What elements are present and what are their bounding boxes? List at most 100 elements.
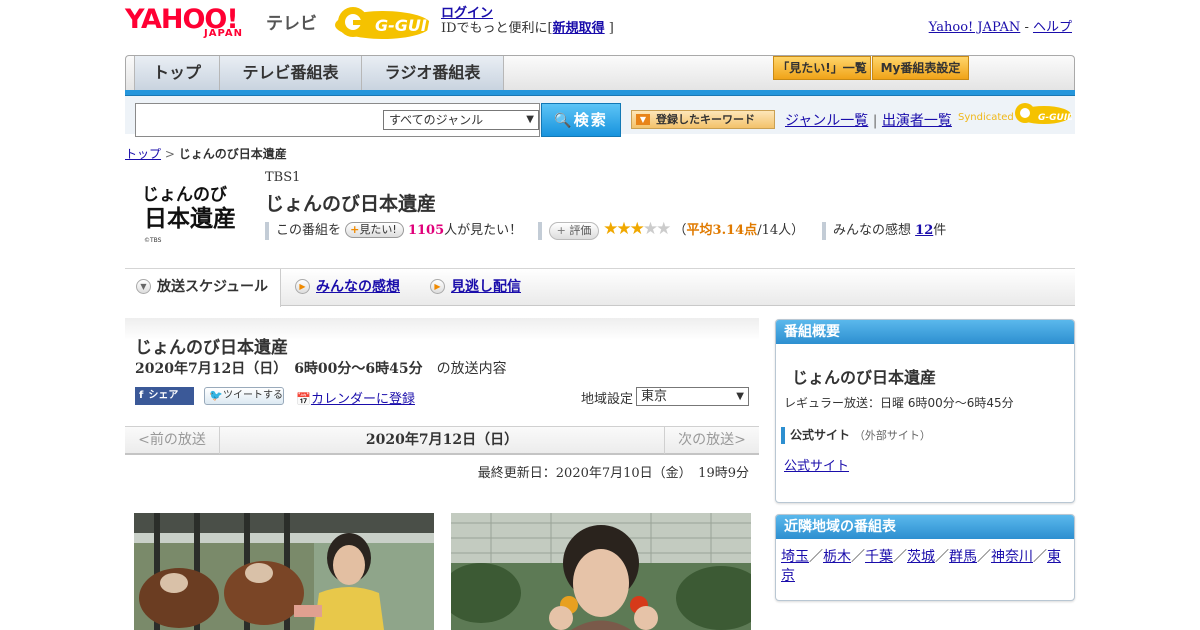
rating-count: /14人） <box>757 223 805 238</box>
search-links: ジャンル一覧 | 出演者一覧 <box>785 110 952 130</box>
want-prefix: この番組を <box>276 223 342 238</box>
search-button[interactable]: 🔍検索 <box>541 103 621 137</box>
id-text-prefix: IDでもっと便利に[ <box>441 21 553 36</box>
rating-area: + 評価 ★★★★★ （平均3.14点/14人） <box>549 220 804 240</box>
gguide-small-logo: G-GUIDE <box>1015 103 1072 124</box>
play-arrow-icon: ▶ <box>430 279 445 294</box>
star-icon: ★ <box>603 219 618 239</box>
program-photo-2 <box>451 513 751 630</box>
program-logo: じょんのび 日本遺産 ©TBS <box>142 185 236 244</box>
broadcast-date-nav: <前の放送 2020年7月12日（日） 次の放送> <box>125 426 759 455</box>
genre-list-link[interactable]: ジャンル一覧 <box>785 113 868 129</box>
region-link-gunma[interactable]: 群馬 <box>949 549 977 565</box>
calendar-register[interactable]: 📅カレンダーに登録 <box>296 388 415 407</box>
regular-broadcast-info: レギュラー放送：日曜 6時00分～6時45分 <box>784 396 1014 410</box>
want-suffix: 人が見たい！ <box>444 223 523 238</box>
star-icon: ★ <box>616 219 631 239</box>
region-link-tochigi[interactable]: 栃木 <box>823 549 851 565</box>
chevron-down-icon: ▼ <box>136 279 151 294</box>
calendar-add-icon: 📅 <box>296 392 311 406</box>
region-link-ibaraki[interactable]: 茨城 <box>907 549 935 565</box>
registered-keyword-button[interactable]: ▼ 登録したキーワード <box>631 110 775 129</box>
yahoo-logo-japan: JAPAN <box>204 28 243 39</box>
region-link-kanagawa[interactable]: 神奈川 <box>991 549 1033 565</box>
yahoo-japan-link[interactable]: Yahoo! JAPAN <box>929 20 1021 35</box>
region-separator: ／ <box>1033 549 1047 565</box>
official-site-heading: 公式サイト （外部サイト） <box>781 427 931 444</box>
nearby-regions-list: 埼玉／栃木／千葉／茨城／群馬／神奈川／東京 <box>781 548 1071 586</box>
broadcast-date-suffix: の放送内容 <box>436 361 507 377</box>
tab-impressions[interactable]: ▶ みんなの感想 <box>295 269 400 305</box>
performer-list-link[interactable]: 出演者一覧 <box>882 113 952 129</box>
want-count: 1105 <box>407 223 445 238</box>
tab-streaming[interactable]: ▶ 見逃し配信 <box>430 269 521 305</box>
next-broadcast-button[interactable]: 次の放送> <box>664 427 759 454</box>
search-link-separator: | <box>872 113 878 129</box>
star-icon: ★ <box>629 219 645 239</box>
evaluate-button[interactable]: + 評価 <box>549 222 599 240</box>
dropdown-arrow-icon: ▼ <box>526 114 534 125</box>
syndicated-label: Syndicated <box>958 112 1014 123</box>
breadcrumb-home[interactable]: トップ <box>125 147 161 161</box>
program-subtabs: ▼ 放送スケジュール ▶ みんなの感想 ▶ 見逃し配信 <box>125 268 1075 307</box>
main-navbar: トップ テレビ番組表 ラジオ番組表 「見たい!」一覧 My番組表設定 <box>125 55 1075 92</box>
signup-link[interactable]: 新規取得 <box>553 21 605 36</box>
genre-select[interactable]: すべてのジャンル ▼ <box>383 110 539 130</box>
facebook-icon: f <box>139 390 144 401</box>
gguide-logo-text: G-GUIDE <box>375 16 433 35</box>
meta-divider <box>822 222 826 240</box>
calendar-register-link[interactable]: カレンダーに登録 <box>311 392 415 407</box>
program-logo-copyright: ©TBS <box>144 237 162 244</box>
region-link-chiba[interactable]: 千葉 <box>865 549 893 565</box>
program-logo-line1: じょんのび <box>142 185 227 205</box>
tab-impressions-link[interactable]: みんなの感想 <box>316 279 400 295</box>
region-separator: ／ <box>935 549 949 565</box>
login-link[interactable]: ログイン <box>441 6 493 21</box>
program-overview-header: 番組概要 <box>776 320 1074 344</box>
my-schedule-button[interactable]: My番組表設定 <box>872 56 969 80</box>
twitter-bird-icon: 🐦 <box>209 389 223 402</box>
impressions-suffix: 件 <box>933 223 947 238</box>
nav-tab-tv-schedule[interactable]: テレビ番組表 <box>220 56 362 92</box>
nav-tab-radio-schedule[interactable]: ラジオ番組表 <box>362 56 504 92</box>
plus-icon: + <box>350 223 360 236</box>
program-overview-box: 番組概要 <box>775 319 1075 503</box>
tweet-button-label: ツイートする <box>223 390 283 401</box>
impressions-summary: みんなの感想 12件 <box>833 222 946 240</box>
want-to-watch: この番組を +見たい! 1105人が見たい！ <box>276 222 522 240</box>
broadcast-date-time: 2020年7月12日（日） 6時00分～6時45分 <box>135 361 423 377</box>
rating-open-paren: （ <box>673 223 687 238</box>
facebook-share-button[interactable]: f シェア <box>135 387 194 405</box>
previous-broadcast-button[interactable]: <前の放送 <box>125 427 220 454</box>
program-photo-1 <box>134 513 434 630</box>
region-label: 地域設定 <box>581 392 634 407</box>
broadcast-title: じょんのび日本遺産 <box>135 338 288 358</box>
official-site-link[interactable]: 公式サイト <box>784 459 849 474</box>
region-separator: ／ <box>851 549 865 565</box>
gguide-logo[interactable]: G-GUIDE <box>333 6 433 42</box>
tweet-button[interactable]: 🐦 ツイートする <box>204 387 284 405</box>
rating-summary: （平均3.14点/14人） <box>674 223 805 238</box>
dropdown-arrow-icon: ▼ <box>736 391 744 402</box>
region-separator: ／ <box>893 549 907 565</box>
region-link-saitama[interactable]: 埼玉 <box>781 549 809 565</box>
watchlist-button[interactable]: 「見たい!」一覧 <box>773 56 871 80</box>
evaluate-button-label: 評価 <box>569 224 592 237</box>
star-empty-icon: ★ <box>642 219 658 239</box>
tab-broadcast-schedule-label: 放送スケジュール <box>157 279 269 295</box>
keyword-button-label: 登録したキーワード <box>656 113 755 126</box>
want-to-watch-button[interactable]: +見たい! <box>345 222 404 238</box>
region-select[interactable]: 東京 ▼ <box>636 387 749 406</box>
official-site: 公式サイト <box>784 455 849 474</box>
region-separator: ／ <box>809 549 823 565</box>
help-link[interactable]: ヘルプ <box>1033 20 1072 35</box>
impressions-count-link[interactable]: 12 <box>915 223 933 238</box>
tab-streaming-link[interactable]: 見逃し配信 <box>451 279 521 295</box>
nav-tab-top[interactable]: トップ <box>134 56 220 92</box>
star-empty-icon: ★ <box>656 219 671 239</box>
search-button-label: 検索 <box>573 111 608 129</box>
region-selected: 東京 <box>641 389 668 404</box>
tv-label: テレビ <box>266 14 317 34</box>
tab-broadcast-schedule[interactable]: ▼ 放送スケジュール <box>125 269 281 307</box>
last-updated: 最終更新日：2020年7月10日（金） 19時9分 <box>477 466 749 481</box>
